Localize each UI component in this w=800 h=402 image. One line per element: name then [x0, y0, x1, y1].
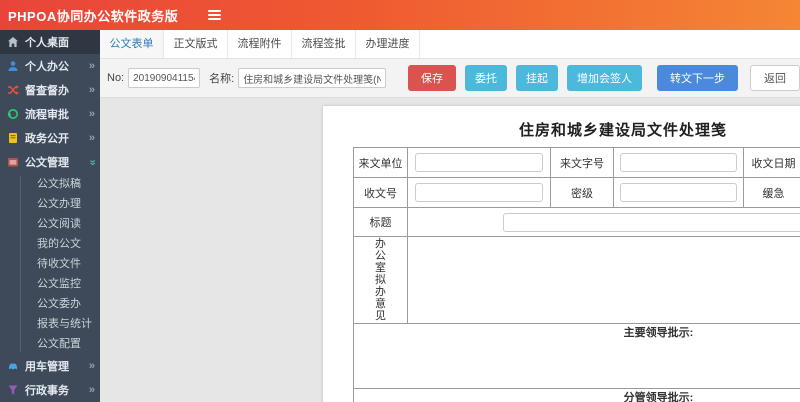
sidebar-subitem-doc-monitor[interactable]: 公文监控: [0, 274, 100, 294]
sidebar-item-label: 公文管理: [25, 157, 69, 169]
office-opinion-label: 办公室拟办意见: [353, 236, 408, 324]
sidebar-subitem-reports-stats[interactable]: 报表与统计: [0, 314, 100, 334]
sidebar-subitem-doc-delegate[interactable]: 公文委办: [0, 294, 100, 314]
sidebar: 个人桌面 个人办公 » 督查督办 » 流程审批 » 政务公开 » 公文管理 »: [0, 30, 100, 402]
document-title: 住房和城乡建设局文件处理笺: [518, 122, 727, 139]
sidebar-item-label: 流程审批: [25, 109, 69, 121]
document-paper: 住房和城乡建设局文件处理笺 来文单位 来文字号 收文日期 收文号 密级 缓急 标…: [323, 106, 800, 402]
receive-no-label: 收文号: [353, 177, 408, 208]
car-icon: [7, 360, 20, 372]
folder-icon: [7, 156, 20, 168]
chevron-right-icon: »: [88, 107, 95, 120]
source-ref-input[interactable]: [620, 153, 737, 172]
app-header: PHPOA协同办公软件政务版: [0, 0, 800, 30]
name-label: 名称:: [209, 73, 235, 85]
document-management-submenu: 公文拟稿 公文办理 公文阅读 我的公文 待收文件 公文监控 公文委办 报表与统计…: [0, 174, 100, 354]
source-unit-label: 来文单位: [353, 147, 408, 178]
table-row: 主要领导批示:: [353, 323, 800, 389]
tab-flow-signoff[interactable]: 流程签批: [292, 30, 356, 58]
refresh-icon: [7, 108, 20, 120]
urgency-label: 缓急: [743, 177, 800, 208]
sidebar-item-workflow-approval[interactable]: 流程审批 »: [0, 102, 100, 126]
secrecy-label: 密级: [550, 177, 614, 208]
app-title: PHPOA协同办公软件政务版: [8, 8, 179, 24]
sidebar-item-gov-disclosure[interactable]: 政务公开 »: [0, 126, 100, 150]
shuffle-icon: [7, 84, 20, 96]
receive-date-label: 收文日期: [743, 147, 800, 178]
source-ref-label: 来文字号: [550, 147, 614, 178]
sidebar-item-label: 个人桌面: [25, 37, 69, 49]
secrecy-input[interactable]: [620, 183, 737, 202]
sidebar-subitem-doc-read[interactable]: 公文阅读: [0, 214, 100, 234]
add-countersign-button[interactable]: 增加会签人: [567, 65, 642, 91]
sidebar-item-personal-office[interactable]: 个人办公 »: [0, 54, 100, 78]
tab-progress[interactable]: 办理进度: [356, 30, 420, 58]
delegate-button[interactable]: 委托: [465, 65, 507, 91]
chevron-right-icon: »: [88, 383, 95, 396]
sidebar-item-vehicle-management[interactable]: 用车管理 »: [0, 354, 100, 378]
tab-bar: 公文表单 正文版式 流程附件 流程签批 办理进度: [100, 30, 800, 59]
sidebar-item-label: 政务公开: [25, 133, 69, 145]
table-row: 分管领导批示:: [353, 388, 800, 402]
document-form-table: 来文单位 来文字号 收文日期 收文号 密级 缓急 标题 办公室拟办意见 主要领导…: [353, 147, 800, 402]
tab-flow-attachments[interactable]: 流程附件: [228, 30, 292, 58]
doc-title-label: 标题: [353, 207, 408, 237]
table-row: 收文号 密级 缓急: [353, 177, 800, 208]
sidebar-item-personal-desktop[interactable]: 个人桌面: [0, 30, 100, 54]
doc-no-input[interactable]: [128, 68, 201, 88]
save-button[interactable]: 保存: [408, 65, 456, 91]
source-unit-input[interactable]: [415, 153, 543, 172]
home-icon: [7, 36, 20, 48]
main-area: 公文表单 正文版式 流程附件 流程签批 办理进度 No: 名称: 保存 委托 挂…: [100, 30, 800, 402]
no-label: No:: [107, 72, 125, 84]
user-icon: [7, 60, 20, 72]
doc-name-input[interactable]: [238, 68, 386, 88]
hamburger-menu-icon[interactable]: [204, 6, 225, 24]
chevron-right-icon: »: [88, 83, 95, 96]
forward-next-step-button[interactable]: 转文下一步: [657, 65, 738, 91]
sidebar-item-label: 行政事务: [25, 385, 69, 397]
doc-title-input[interactable]: [503, 212, 800, 232]
office-opinion-cell[interactable]: [407, 236, 800, 324]
chevron-right-icon: »: [88, 131, 95, 144]
sidebar-item-supervision[interactable]: 督查督办 »: [0, 78, 100, 102]
table-row: 来文单位 来文字号 收文日期: [353, 147, 800, 178]
receive-no-input[interactable]: [415, 183, 543, 202]
chevron-right-icon: »: [88, 59, 95, 72]
sidebar-subitem-my-docs[interactable]: 我的公文: [0, 234, 100, 254]
sidebar-subitem-doc-draft[interactable]: 公文拟稿: [0, 174, 100, 194]
sidebar-subitem-doc-handle[interactable]: 公文办理: [0, 194, 100, 214]
chevron-down-icon: »: [86, 158, 99, 166]
sidebar-subitem-doc-config[interactable]: 公文配置: [0, 334, 100, 354]
suspend-button[interactable]: 挂起: [516, 65, 558, 91]
sidebar-item-label: 督查督办: [25, 85, 69, 97]
table-row: 标题: [353, 207, 800, 237]
content-area: 住房和城乡建设局文件处理笺 来文单位 来文字号 收文日期 收文号 密级 缓急 标…: [100, 98, 800, 402]
sidebar-item-label: 用车管理: [25, 361, 69, 373]
sidebar-item-label: 个人办公: [25, 61, 69, 73]
chevron-right-icon: »: [88, 359, 95, 372]
journal-icon: [7, 132, 20, 144]
sidebar-item-admin-affairs[interactable]: 行政事务 »: [0, 378, 100, 402]
tab-document-form[interactable]: 公文表单: [100, 30, 164, 58]
sidebar-item-document-management[interactable]: 公文管理 »: [0, 150, 100, 174]
sidebar-subitem-pending-files[interactable]: 待收文件: [0, 254, 100, 274]
main-leader-note-cell[interactable]: 主要领导批示:: [353, 323, 800, 389]
tab-body-layout[interactable]: 正文版式: [164, 30, 228, 58]
toolbar: No: 名称: 保存 委托 挂起 增加会签人 转文下一步 返回: [100, 59, 800, 98]
back-button[interactable]: 返回: [750, 65, 800, 91]
deputy-leader-note-cell[interactable]: 分管领导批示:: [353, 388, 800, 402]
table-row: 办公室拟办意见: [353, 236, 800, 324]
funnel-icon: [7, 384, 20, 396]
